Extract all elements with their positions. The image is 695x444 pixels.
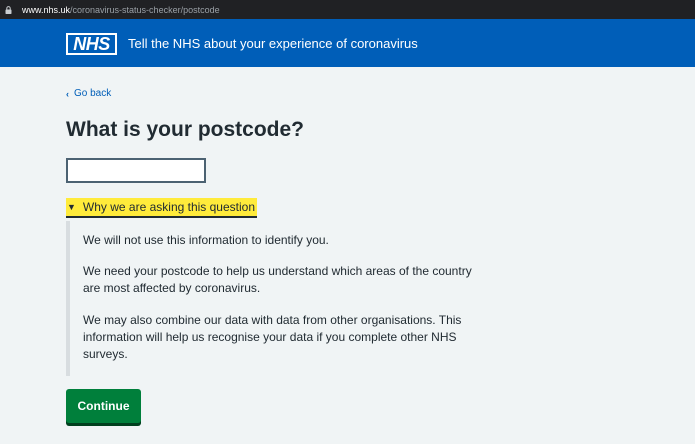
site-header: NHS Tell the NHS about your experience o… <box>0 19 695 67</box>
browser-url-bar[interactable]: www.nhs.uk/coronavirus-status-checker/po… <box>0 0 695 19</box>
lock-icon <box>5 5 13 14</box>
url-domain: www.nhs.uk <box>22 4 71 15</box>
details-body: We will not use this information to iden… <box>66 221 486 376</box>
details-paragraph-1: We will not use this information to iden… <box>83 233 329 247</box>
nhs-logo[interactable]: NHS <box>66 33 117 55</box>
url-path: /coronavirus-status-checker/postcode <box>70 4 220 15</box>
back-link-label: Go back <box>74 88 112 99</box>
triangle-down-icon: ▼ <box>67 202 76 212</box>
service-name[interactable]: Tell the NHS about your experience of co… <box>128 36 418 52</box>
postcode-input[interactable] <box>66 158 206 183</box>
details-summary-text: Why we are asking this question <box>82 200 256 214</box>
details-paragraph-3: We may also combine our data with data f… <box>83 313 462 361</box>
details-paragraph-2: We need your postcode to help us underst… <box>83 264 472 295</box>
chevron-left-icon: ‹ <box>66 88 69 99</box>
nhs-logo-text: NHS <box>73 34 110 54</box>
back-link[interactable]: ‹ Go back <box>66 88 111 99</box>
continue-button[interactable]: Continue <box>66 389 141 423</box>
details-summary[interactable]: ▼ Why we are asking this question <box>66 198 258 218</box>
page-title: What is your postcode? <box>66 118 305 141</box>
